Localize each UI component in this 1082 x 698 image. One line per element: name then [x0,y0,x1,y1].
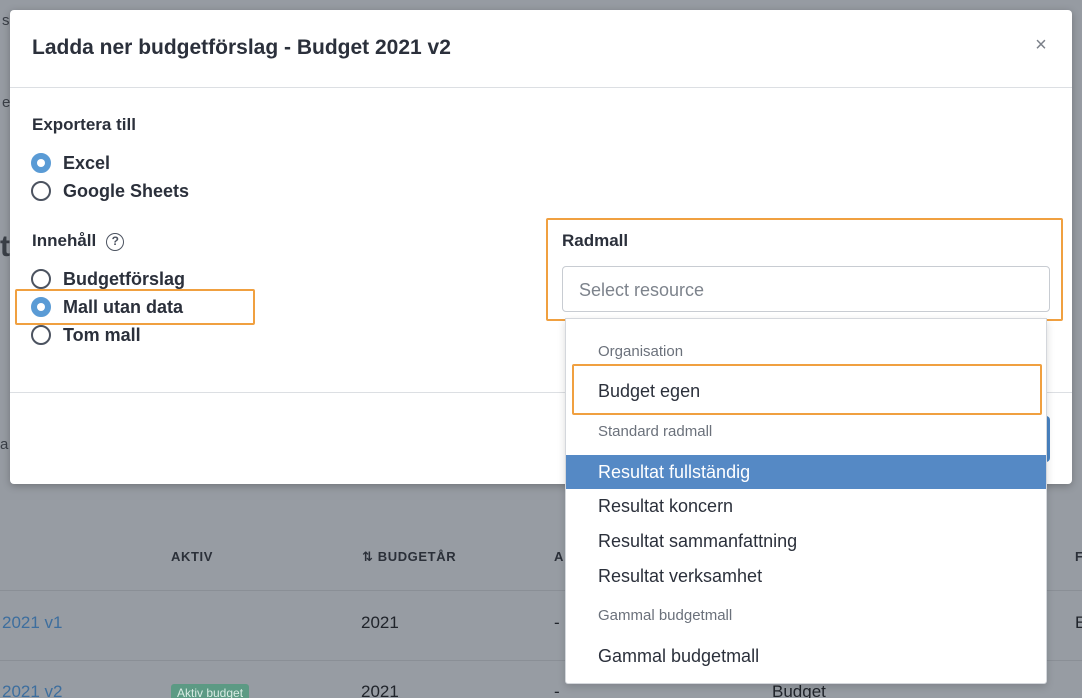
dropdown-group-gammal: Gammal budgetmall [598,607,733,624]
help-icon[interactable]: ? [106,233,125,251]
row-year: 2021 [361,682,399,698]
row-dash: - [554,613,560,632]
dropdown-item-resultat-verksamhet[interactable]: Resultat verksamhet [566,559,1046,593]
dropdown-item-resultat-fullstandig[interactable]: Resultat fullständig [566,455,1046,489]
radio-button-checked[interactable] [31,153,51,173]
content-label-text: Innehåll [32,231,97,250]
radio-button[interactable] [31,325,51,345]
dropdown-item-resultat-koncern[interactable]: Resultat koncern [566,489,1046,523]
radio-option-budgetforslag[interactable]: Budgetförslag [31,267,185,291]
radmall-label: Radmall [562,231,629,250]
dropdown-group-organisation: Organisation [598,343,684,360]
radio-label: Google Sheets [63,180,190,201]
column-header-budgetar-label: BUDGETÅR [377,549,457,564]
radio-label: Budgetförslag [63,268,186,289]
radmall-select[interactable]: Select resource [562,266,1050,312]
bg-side-text-big: t [0,230,10,263]
modal-title: Ladda ner budgetförslag - Budget 2021 v2 [32,36,451,59]
radio-label: Tom mall [63,324,141,345]
radio-label: Mall utan data [63,296,184,317]
dropdown-item-gammal-budgetmall[interactable]: Gammal budgetmall [566,639,1046,673]
row-name-link[interactable]: 2021 v2 [2,682,63,698]
radmall-dropdown-menu: Organisation Budget egen Standard radmal… [565,318,1047,684]
radio-option-excel[interactable]: Excel [31,151,110,175]
radio-button-checked[interactable] [31,297,51,317]
column-header-f[interactable]: F [1075,549,1082,564]
radio-label: Excel [63,152,111,173]
radio-option-tom-mall[interactable]: Tom mall [31,323,141,347]
sort-icon: ⇅ [362,549,374,564]
dropdown-item-resultat-sammanfattning[interactable]: Resultat sammanfattning [566,524,1046,558]
radio-option-google-sheets[interactable]: Google Sheets [31,179,189,203]
row-year: 2021 [361,613,399,632]
export-section-label: Exportera till [32,115,136,134]
row-dash: - [554,682,560,698]
column-header-aktiv[interactable]: AKTIV [171,549,213,564]
dropdown-group-standard: Standard radmall [598,423,713,440]
bg-side-text-low: a [0,436,9,453]
close-icon[interactable]: × [1030,34,1052,56]
row-name-link[interactable]: 2021 v1 [2,613,63,633]
row-type: Budget [772,682,826,698]
select-placeholder: Select resource [579,280,705,300]
radio-option-mall-utan-data[interactable]: Mall utan data [31,295,183,319]
radio-button[interactable] [31,269,51,289]
content-section-label: Innehåll? [32,231,125,251]
modal-header: Ladda ner budgetförslag - Budget 2021 v2… [10,10,1072,88]
dropdown-item-budget-egen[interactable]: Budget egen [566,374,1046,408]
radio-button[interactable] [31,181,51,201]
column-header-a[interactable]: A [554,549,564,564]
status-badge: Aktiv budget [171,684,250,698]
bg-side-text-top: s [2,12,10,29]
column-header-budgetar[interactable]: ⇅ BUDGETÅR [362,549,456,565]
row-extra: E [1075,613,1082,632]
